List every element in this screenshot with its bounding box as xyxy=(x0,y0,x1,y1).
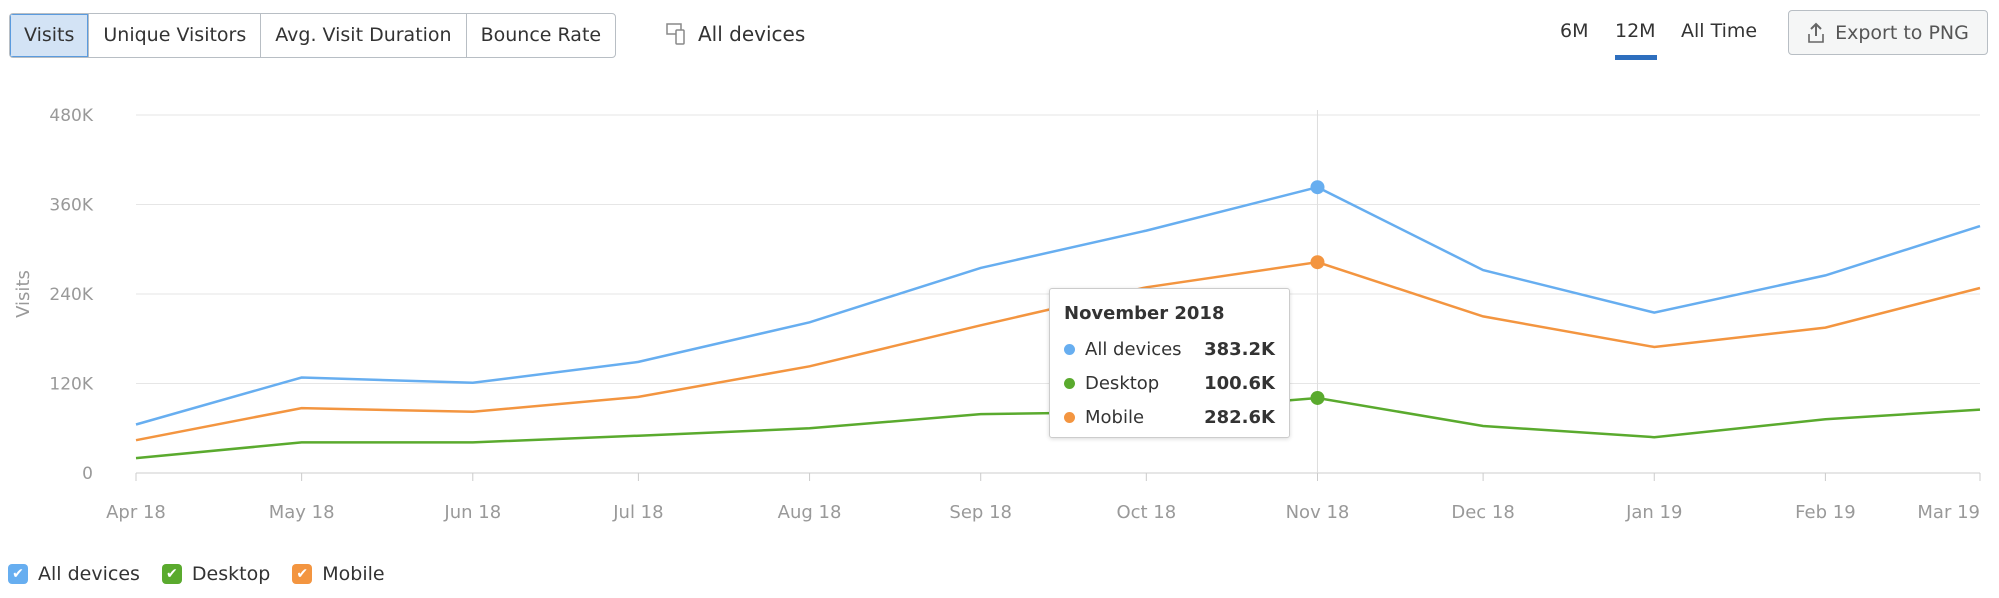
visits-line-chart: 0 120K 240K 360K 480K Visits Apr 18 May 18 Jun 1… xyxy=(13,106,1981,523)
y-tick-label: 120K xyxy=(49,375,93,395)
x-tick-label: Oct 18 xyxy=(1116,502,1176,523)
x-tick-label: Nov 18 xyxy=(1286,502,1350,523)
legend-mobile[interactable]: ✔ Mobile xyxy=(292,563,385,585)
x-tick-label: Apr 18 xyxy=(106,502,166,523)
tooltip-label: All devices xyxy=(1085,338,1182,360)
y-axis-label: Visits xyxy=(13,270,34,318)
y-tick-label: 240K xyxy=(49,285,93,305)
x-tick-label: Feb 19 xyxy=(1795,502,1856,523)
checkbox-checked-icon[interactable]: ✔ xyxy=(292,564,313,584)
tooltip-value: 383.2K xyxy=(1204,338,1275,360)
x-tick-label: Mar 19 xyxy=(1917,502,1980,523)
x-tick-label: Dec 18 xyxy=(1451,502,1514,523)
legend-desktop[interactable]: ✔ Desktop xyxy=(161,563,271,585)
tooltip-row-desktop: Desktop 100.6K xyxy=(1064,366,1275,400)
checkbox-checked-icon[interactable]: ✔ xyxy=(161,564,182,584)
legend-label: Desktop xyxy=(191,563,271,585)
chart-tooltip: November 2018 All devices 383.2K Desktop 1… xyxy=(1049,288,1290,438)
y-tick-label: 480K xyxy=(49,106,93,126)
desktop-dot-icon xyxy=(1064,377,1075,389)
tooltip-value: 282.6K xyxy=(1204,406,1275,428)
data-point xyxy=(1310,180,1325,195)
x-tick-label: Jan 19 xyxy=(1625,502,1682,523)
y-tick-label: 360K xyxy=(49,196,93,216)
data-point xyxy=(1310,390,1325,405)
tooltip-row-mobile: Mobile 282.6K xyxy=(1064,400,1275,434)
legend-label: All devices xyxy=(38,563,140,585)
tooltip-row-all-devices: All devices 383.2K xyxy=(1064,332,1275,366)
tooltip-title: November 2018 xyxy=(1064,303,1225,324)
tooltip-label: Desktop xyxy=(1085,372,1160,394)
data-point xyxy=(1310,255,1325,270)
mobile-dot-icon xyxy=(1064,411,1075,423)
tooltip-label: Mobile xyxy=(1085,406,1145,428)
all-devices-dot-icon xyxy=(1064,343,1075,355)
y-tick-label: 0 xyxy=(82,464,93,484)
x-tick-label: Sep 18 xyxy=(949,502,1012,523)
tooltip-value: 100.6K xyxy=(1204,372,1275,394)
x-tick-label: Aug 18 xyxy=(778,502,842,523)
legend-all-devices[interactable]: ✔ All devices xyxy=(8,563,140,585)
x-tick-label: May 18 xyxy=(269,502,335,523)
checkbox-checked-icon[interactable]: ✔ xyxy=(8,564,28,584)
x-tick-label: Jun 18 xyxy=(443,502,501,523)
legend-label: Mobile xyxy=(322,563,385,585)
chart-legend: ✔ All devices ✔ Desktop ✔ Mobile xyxy=(8,563,385,585)
x-tick-label: Jul 18 xyxy=(612,502,663,523)
